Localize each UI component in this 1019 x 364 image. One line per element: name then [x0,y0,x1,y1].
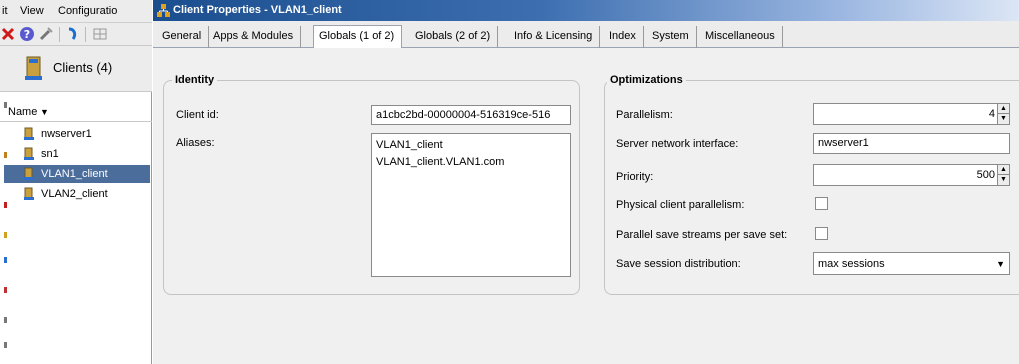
client-icon [24,127,34,140]
parallelism-label: Parallelism: [616,109,673,121]
clients-header: Clients (4) [0,46,152,92]
tree-item-sn1[interactable]: sn1 [4,145,150,163]
parallelism-spinner-buttons: ▲ ▼ [997,104,1009,124]
client-icon [24,147,34,160]
toolbar-divider [85,27,86,42]
toolbar: ? [0,23,152,46]
tab-globals-2[interactable]: Globals (2 of 2) [410,26,499,48]
tree-item-nwserver1[interactable]: nwserver1 [4,125,150,143]
tab-system[interactable]: System [647,26,697,48]
parallelism-value: 4 [988,108,995,120]
client-id-label: Client id: [176,109,219,121]
physical-parallelism-checkbox[interactable] [815,197,828,210]
parallel-streams-checkbox[interactable] [815,227,828,240]
tree-item-vlan2-client[interactable]: VLAN2_client [4,185,150,203]
tab-apps-modules[interactable]: Apps & Modules [208,26,302,48]
session-distribution-value: max sessions [818,258,885,270]
menu-view[interactable]: View [20,5,44,17]
wizard-icon[interactable] [38,26,54,42]
window-titlebar[interactable]: Client Properties - VLAN1_client [153,0,1019,21]
network-icon [157,4,170,17]
svg-text:?: ? [24,28,30,41]
tree-item-vlan1-client[interactable]: VLAN1_client [4,165,150,183]
client-icon [25,56,42,80]
priority-value: 500 [976,169,995,181]
client-id-field[interactable]: a1cbc2bd-00000004-516319ce-516 [371,105,571,125]
client-icon [24,167,34,180]
refresh-icon[interactable] [64,26,80,42]
tree-item-label: nwserver1 [41,128,92,140]
optimizations-title: Optimizations [607,74,686,86]
priority-label: Priority: [616,171,654,183]
parallel-streams-label: Parallel save streams per save set: [616,229,788,241]
session-distribution-dropdown[interactable]: max sessions ▼ [813,252,1010,275]
alias-item[interactable]: VLAN1_client [376,137,566,154]
menubar: it View Configuratio [0,0,152,23]
clients-title: Clients (4) [53,60,113,75]
identity-title: Identity [172,74,218,86]
spin-down-icon[interactable]: ▼ [998,175,1009,185]
tab-info-licensing[interactable]: Info & Licensing [509,26,601,48]
tab-strip: General Apps & Modules Globals (1 of 2) … [153,21,1019,49]
menu-edit[interactable]: it [2,5,8,17]
left-pane: it View Configuratio ? Clients (4) Name … [0,0,152,364]
client-properties-window: Client Properties - VLAN1_client General… [153,0,1019,364]
aliases-label: Aliases: [176,137,215,149]
tab-general[interactable]: General [157,26,210,48]
tab-globals-1[interactable]: Globals (1 of 2) [313,25,403,49]
parallelism-spinner[interactable]: 4 ▲ ▼ [813,103,1010,125]
optimizations-group: Optimizations Parallelism: 4 ▲ ▼ Server … [604,74,1019,295]
server-nic-label: Server network interface: [616,138,739,150]
name-column-header[interactable]: Name ▼ [0,104,152,122]
priority-spinner-buttons: ▲ ▼ [997,165,1009,185]
tree-item-label: VLAN2_client [41,188,108,200]
spin-up-icon[interactable]: ▲ [998,165,1009,175]
client-icon [24,187,34,200]
tree-item-label: sn1 [41,148,59,160]
toolbar-divider [59,27,60,42]
window-title: Client Properties - VLAN1_client [173,4,342,16]
tab-index[interactable]: Index [604,26,644,48]
delete-icon[interactable] [0,26,16,42]
priority-spinner[interactable]: 500 ▲ ▼ [813,164,1010,186]
alias-item[interactable]: VLAN1_client.VLAN1.com [376,154,566,171]
server-nic-field[interactable]: nwserver1 [813,133,1010,154]
aliases-list[interactable]: VLAN1_client VLAN1_client.VLAN1.com [371,133,571,277]
session-distribution-label: Save session distribution: [616,258,741,270]
tab-content: Identity Client id: a1cbc2bd-00000004-51… [153,48,1019,364]
spin-down-icon[interactable]: ▼ [998,114,1009,124]
tree-item-label: VLAN1_client [41,168,108,180]
grid-icon[interactable] [92,26,108,42]
spin-up-icon[interactable]: ▲ [998,104,1009,114]
name-column-label: Name [8,106,38,118]
physical-parallelism-label: Physical client parallelism: [616,199,745,211]
sort-down-icon: ▼ [40,107,49,117]
tree-gutter [0,92,7,364]
help-icon[interactable]: ? [19,26,35,42]
tab-miscellaneous[interactable]: Miscellaneous [700,26,783,48]
identity-group: Identity Client id: a1cbc2bd-00000004-51… [163,74,580,295]
chevron-down-icon: ▼ [996,259,1005,269]
menu-configuration[interactable]: Configuratio [58,5,117,17]
